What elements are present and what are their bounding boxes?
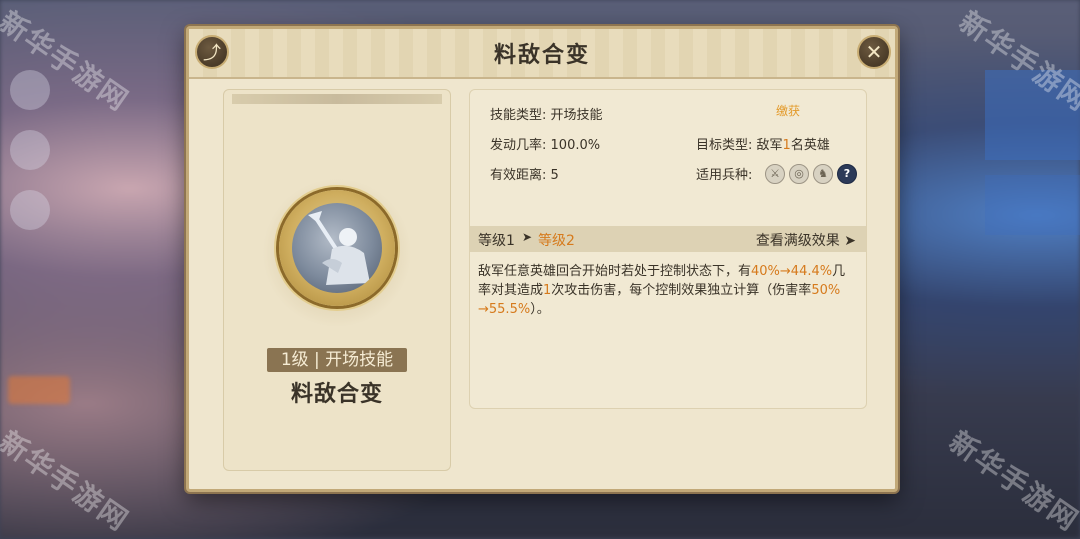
warrior-icon xyxy=(292,203,382,293)
level-arrow-icon: ➤ xyxy=(522,230,533,244)
description-text: 次攻击伤害，每个控制效果独立计算（伤害率 xyxy=(551,283,812,298)
background-label xyxy=(8,376,70,404)
view-max-level-link[interactable]: 查看满级效果 ➤ xyxy=(756,230,856,250)
target-type-label: 目标类型: xyxy=(696,138,753,153)
description-text: ）。 xyxy=(530,302,550,317)
question-icon[interactable]: ? xyxy=(837,164,857,184)
level-1-label: 等级1 xyxy=(478,233,515,249)
target-count: 1 xyxy=(782,138,791,153)
background-side-panel xyxy=(985,175,1080,235)
bow-icon: ◎ xyxy=(789,164,809,184)
horse-icon: ♞ xyxy=(813,164,833,184)
skill-name: 料敌合变 xyxy=(290,382,383,407)
skill-type-label: 技能类型: xyxy=(490,108,547,123)
trigger-rate-row: 发动几率: 100.0% xyxy=(490,134,600,153)
skill-detail-dialog: ⤴ 料敌合变 ✕ 新华手游网 1级 | 开场技能 料敌合变 缴获 xyxy=(186,26,898,492)
trigger-rate-value: 100.0% xyxy=(550,138,601,153)
close-icon: ✕ xyxy=(865,40,883,64)
description-rate: 40%→44.4% xyxy=(751,264,833,279)
target-type-row: 目标类型: 敌军1名英雄 xyxy=(696,134,830,153)
description-text: 敌军任意英雄回合开始时若处于控制状态下，有 xyxy=(478,264,752,279)
background-menu-icon xyxy=(10,130,50,170)
troop-type-label: 适用兵种: xyxy=(696,168,753,183)
range-label: 有效距离: xyxy=(490,168,547,183)
target-type-post: 名英雄 xyxy=(790,138,830,153)
troop-type-row: 适用兵种: xyxy=(696,164,752,183)
card-decoration xyxy=(232,94,442,104)
target-type-pre: 敌军 xyxy=(756,138,783,153)
background-menu-icon xyxy=(10,70,50,110)
skill-description: 敌军任意英雄回合开始时若处于控制状态下，有40%→44.4%几率对其造成1次攻击… xyxy=(478,262,858,319)
level-2-label: 等级2 xyxy=(538,233,575,249)
spear-icon: ⚔ xyxy=(765,164,785,184)
range-row: 有效距离: 5 xyxy=(490,164,559,183)
acquisition-tag: 缴获 xyxy=(775,104,800,118)
skill-portrait-icon xyxy=(279,190,395,306)
skill-info-panel: 缴获 技能类型: 开场技能 发动几率: 100.0% 目标类型: 敌军1名英雄 … xyxy=(469,89,867,409)
background-menu-icon xyxy=(10,190,50,230)
skill-level-badge: 1级 | 开场技能 xyxy=(267,348,407,372)
skill-card: 1级 | 开场技能 料敌合变 xyxy=(223,89,451,471)
range-value: 5 xyxy=(550,168,559,183)
trigger-rate-label: 发动几率: xyxy=(490,138,547,153)
troop-icons: ⚔ ◎ ♞ ? xyxy=(765,164,857,184)
close-button[interactable]: ✕ xyxy=(857,35,891,69)
skill-type-row: 技能类型: 开场技能 xyxy=(490,104,603,123)
dialog-titlebar: ⤴ 料敌合变 ✕ xyxy=(189,29,895,79)
dialog-title: 料敌合变 xyxy=(493,43,590,68)
skill-type-value: 开场技能 xyxy=(550,108,603,123)
level-bar: 等级1 ➤ 等级2 查看满级效果 ➤ xyxy=(470,226,866,252)
